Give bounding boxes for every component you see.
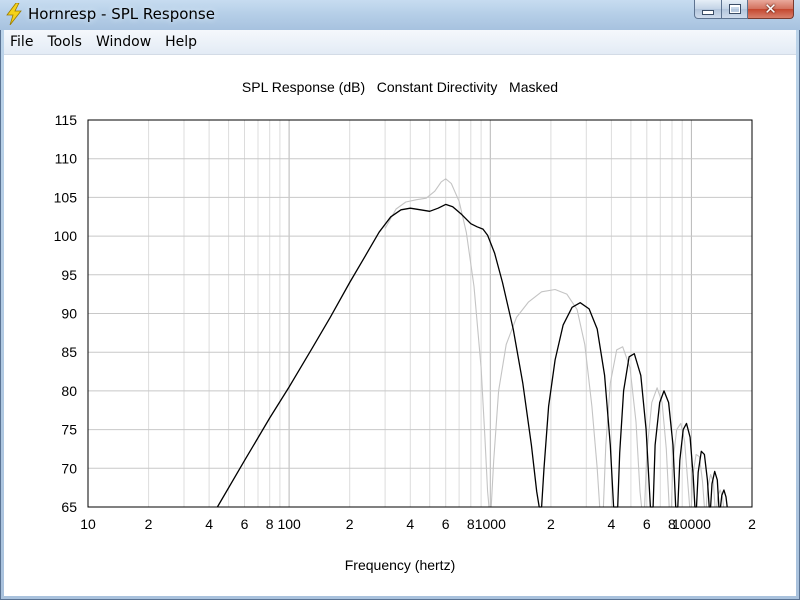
y-tick-label: 90	[61, 306, 77, 322]
grid-lines	[88, 120, 752, 507]
y-tick-label: 110	[55, 151, 78, 167]
x-tick-label: 2	[547, 516, 555, 532]
series-layer	[216, 178, 728, 508]
maximize-button[interactable]	[722, 0, 748, 19]
minimize-button[interactable]	[694, 0, 722, 19]
y-tick-label: 85	[61, 344, 77, 360]
window-controls: ✕	[694, 0, 794, 20]
close-button[interactable]: ✕	[748, 0, 794, 19]
x-tick-label: 6	[643, 516, 651, 532]
x-tick-label: 2	[346, 516, 354, 532]
y-tick-label: 65	[61, 499, 77, 515]
x-tick-label: 1000	[475, 516, 506, 532]
x-tick-label: 10000	[672, 516, 711, 532]
y-tick-label: 80	[61, 383, 77, 399]
x-tick-label: 2	[145, 516, 153, 532]
y-tick-label: 105	[54, 189, 78, 205]
y-tick-label: 75	[61, 422, 77, 438]
x-tick-label: 10	[80, 516, 96, 532]
x-tick-label: 6	[241, 516, 249, 532]
x-tick-label: 8	[266, 516, 274, 532]
x-tick-label: 6	[442, 516, 450, 532]
x-axis-ticks: 10 2 4 6 8 100 2 4 6 8 1000 2 4 6 810000 2	[80, 516, 756, 532]
y-tick-label: 115	[55, 112, 78, 128]
x-tick-label: 100	[277, 516, 301, 532]
y-tick-label: 70	[61, 460, 77, 476]
x-tick-label: 2	[748, 516, 756, 532]
chart-title: SPL Response (dB) Constant Directivity M…	[242, 79, 558, 95]
x-tick-label: 8	[467, 516, 475, 532]
y-tick-label: 100	[54, 228, 78, 244]
close-icon: ✕	[764, 0, 777, 18]
y-axis-ticks: 65 70 75 80 85 90 95 100 105 110 115	[54, 112, 78, 515]
x-tick-label: 4	[406, 516, 414, 532]
minimize-icon	[702, 9, 714, 15]
lightning-bolt-icon	[6, 3, 22, 25]
title-bar[interactable]: Hornresp - SPL Response ✕	[0, 0, 800, 30]
x-tick-label: 4	[608, 516, 616, 532]
maximize-icon	[728, 4, 741, 14]
spl-response-chart: SPL Response (dB) Constant Directivity M…	[54, 79, 756, 573]
x-tick-label: 4	[205, 516, 213, 532]
y-tick-label: 95	[61, 267, 77, 283]
window-title: Hornresp - SPL Response	[28, 5, 215, 23]
series-line	[216, 203, 728, 508]
client-area: File Tools Window Help SPL Response (dB)…	[4, 30, 796, 596]
series-line	[384, 178, 725, 508]
x-axis-label: Frequency (hertz)	[345, 557, 455, 573]
